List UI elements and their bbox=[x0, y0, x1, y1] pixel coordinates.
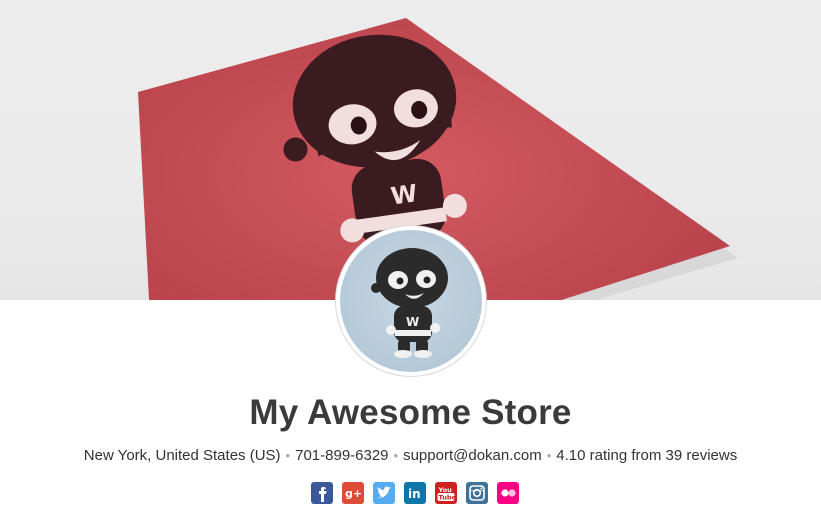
instagram-icon[interactable] bbox=[466, 482, 488, 504]
svg-text:W: W bbox=[406, 315, 419, 329]
avatar-image: W bbox=[340, 230, 482, 372]
google-plus-icon[interactable]: g+ bbox=[342, 482, 364, 504]
store-location: New York, United States (US) bbox=[83, 447, 281, 464]
separator-dot: • bbox=[393, 448, 399, 463]
store-meta-line: New York, United States (US) • 701-899-632… bbox=[0, 447, 821, 464]
store-name: My Awesome Store bbox=[249, 393, 572, 432]
store-email[interactable]: support@dokan.com bbox=[403, 447, 542, 464]
separator-dot: • bbox=[285, 448, 291, 463]
flickr-icon[interactable] bbox=[497, 482, 519, 504]
store-phone[interactable]: 701-899-6329 bbox=[295, 447, 388, 464]
youtube-icon[interactable]: You Tube bbox=[435, 482, 457, 504]
svg-text:Tube: Tube bbox=[439, 494, 457, 502]
linkedin-icon[interactable]: in bbox=[404, 482, 426, 504]
twitter-icon[interactable] bbox=[373, 482, 395, 504]
store-avatar: W bbox=[336, 226, 486, 376]
facebook-icon[interactable] bbox=[311, 482, 333, 504]
social-links: g+ in You Tube bbox=[311, 482, 519, 504]
ninja-mascot-icon: W bbox=[371, 248, 448, 358]
svg-text:W: W bbox=[389, 179, 419, 210]
separator-dot: • bbox=[546, 448, 552, 463]
svg-text:in: in bbox=[408, 487, 421, 501]
store-rating[interactable]: 4.10 rating from 39 reviews bbox=[556, 447, 737, 464]
svg-text:g+: g+ bbox=[345, 487, 362, 500]
